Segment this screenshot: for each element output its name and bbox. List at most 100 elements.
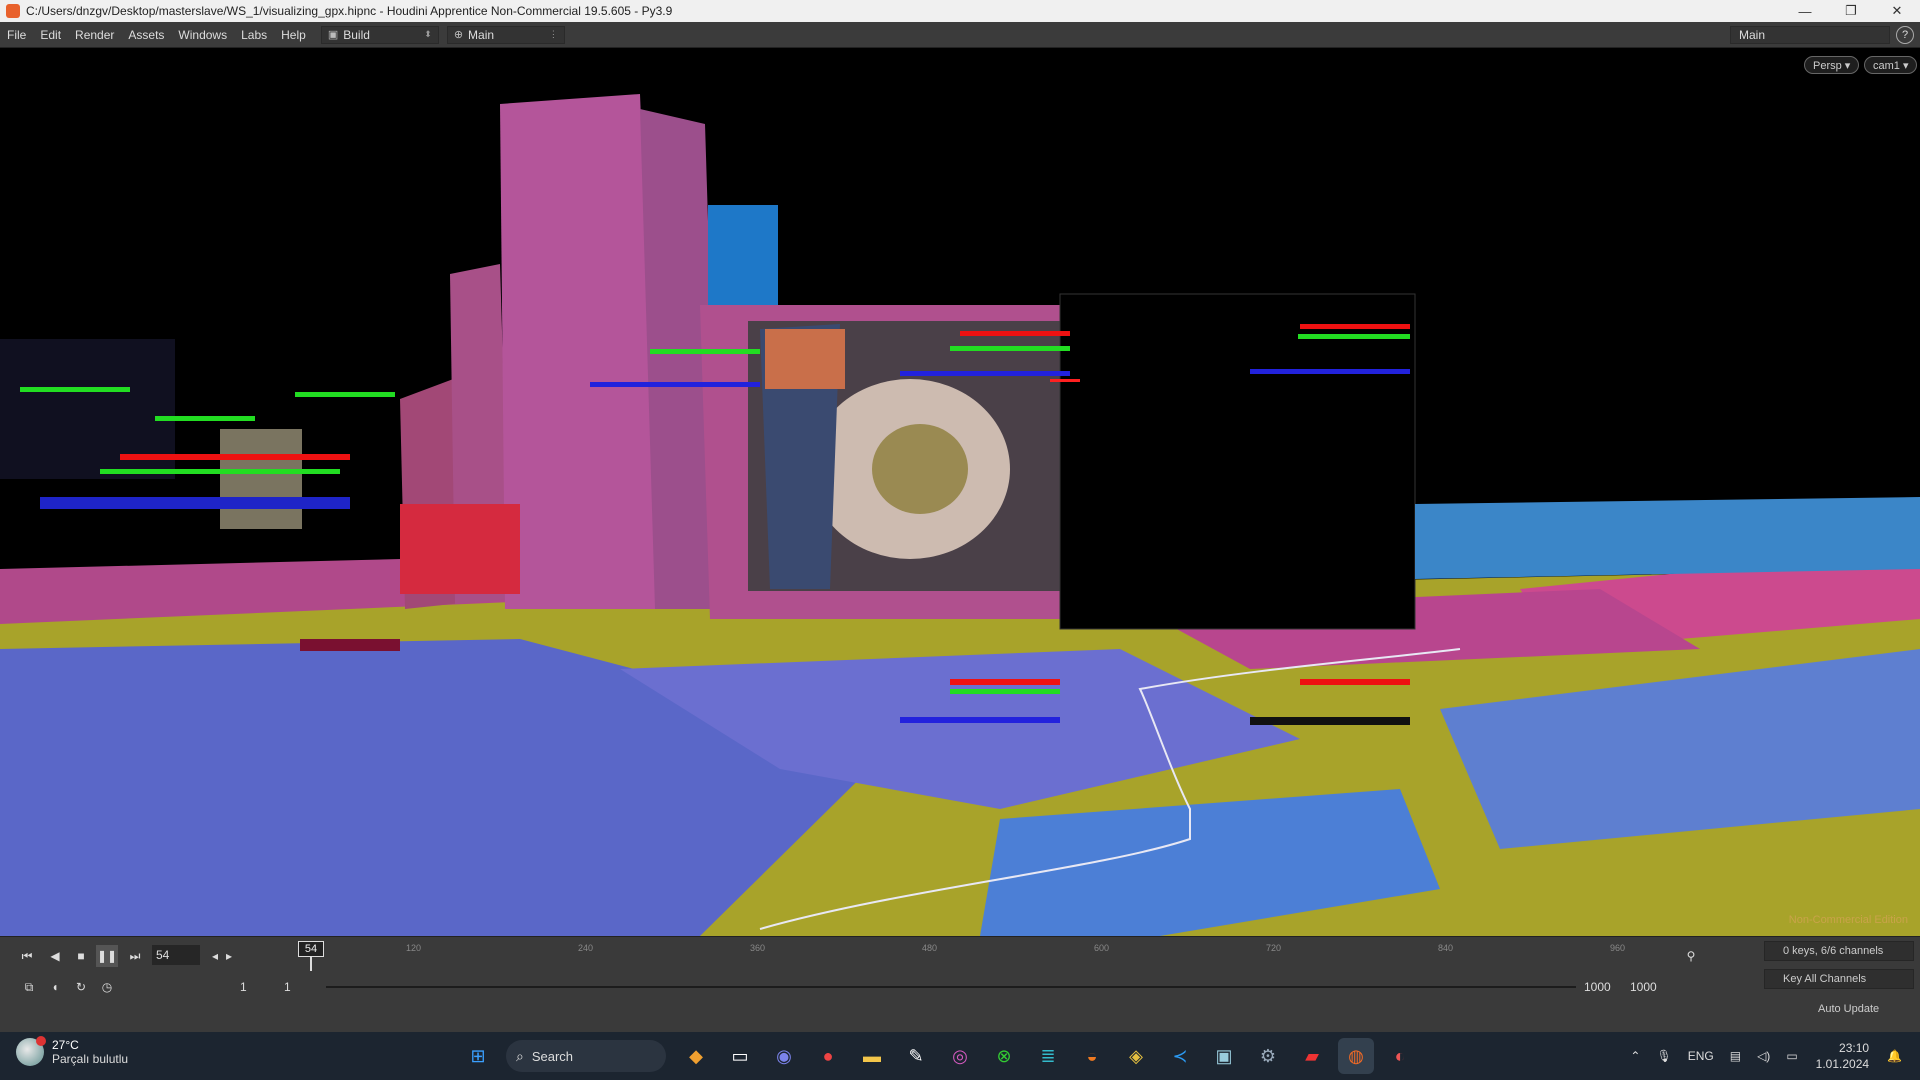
realtime-toggle-icon[interactable]: ⧉	[18, 976, 40, 998]
audio-icon[interactable]: ◖	[44, 976, 66, 998]
loop-icon[interactable]: ↻	[70, 976, 92, 998]
menu-file[interactable]: File	[0, 28, 33, 42]
clock-icon[interactable]: ◷	[96, 976, 118, 998]
global-end-field[interactable]: 1000	[1630, 977, 1670, 997]
auto-update-select[interactable]: Auto Update	[1806, 999, 1914, 1019]
windows-taskbar: 27°C Parçalı bulutlu ⊞ ⌕ Search ◆ ▭ ◉ ● …	[0, 1032, 1920, 1080]
desktop-build-label: Build	[343, 27, 370, 42]
pause-icon[interactable]: ❚❚	[96, 945, 118, 967]
viewport-render	[0, 94, 1920, 936]
chevron-up-icon[interactable]: ⌃	[1630, 1049, 1640, 1063]
network-icon[interactable]: ▤	[1730, 1049, 1741, 1063]
ruler-label: 720	[1266, 943, 1282, 953]
search-placeholder: Search	[531, 1048, 574, 1064]
menu-help[interactable]: Help	[274, 28, 313, 42]
maximize-button[interactable]: ❐	[1828, 0, 1874, 22]
acrobat-icon[interactable]: ▰	[1294, 1038, 1330, 1074]
maps-icon[interactable]: ◐	[1382, 1038, 1418, 1074]
clock-time: 23:10	[1839, 1041, 1870, 1055]
desktop-build-select[interactable]: ▣ Build ⬍	[320, 25, 439, 44]
weather-widget[interactable]: 27°C Parçalı bulutlu	[16, 1036, 129, 1066]
widgets-icon[interactable]: ◆	[678, 1038, 714, 1074]
menu-render[interactable]: Render	[68, 28, 121, 42]
ruler-label: 120	[406, 943, 422, 953]
edition-watermark: Non-Commercial Edition	[1788, 914, 1908, 926]
menu-labs[interactable]: Labs	[234, 28, 274, 42]
main-menubar: File Edit Render Assets Windows Labs Hel…	[0, 22, 1920, 48]
chevron-down-icon: ⬍	[424, 29, 432, 39]
scene-viewport[interactable]: Persp ▾ cam1 ▾ Non-Commercial Edition	[0, 49, 1920, 936]
houdini-app-icon	[6, 4, 20, 18]
battery-icon[interactable]: ▭	[1786, 1049, 1797, 1063]
volume-icon[interactable]: ◁)	[1757, 1049, 1770, 1063]
remote-desktop-icon[interactable]: ▣	[1206, 1038, 1242, 1074]
range-slider[interactable]	[326, 986, 1576, 988]
ruler-label: 240	[578, 943, 594, 953]
ruler-label: 360	[750, 943, 766, 953]
close-button[interactable]: ✕	[1874, 0, 1920, 22]
desktop-main-select[interactable]: ⊕ Main ⋮	[446, 25, 565, 44]
blender-icon[interactable]: ◒	[1074, 1038, 1110, 1074]
xbox-icon[interactable]: ⊗	[986, 1038, 1022, 1074]
weather-temp: 27°C	[52, 1038, 79, 1052]
play-reverse-icon[interactable]: ◀	[44, 945, 66, 967]
menu-edit[interactable]: Edit	[33, 28, 68, 42]
ruler-label: 480	[922, 943, 938, 953]
jump-to-start-icon[interactable]: ⏮	[16, 945, 38, 967]
clock-date: 1.01.2024	[1815, 1057, 1870, 1071]
stop-icon[interactable]: ■	[70, 945, 92, 967]
teams-icon[interactable]: ◉	[766, 1038, 802, 1074]
notepad-icon[interactable]: ≣	[1030, 1038, 1066, 1074]
windows-start-icon[interactable]: ⊞	[460, 1038, 496, 1074]
minimize-button[interactable]: —	[1782, 0, 1828, 22]
vscode-icon[interactable]: ≺	[1162, 1038, 1198, 1074]
menu-assets[interactable]: Assets	[121, 28, 171, 42]
jump-to-end-icon[interactable]: ⏭	[124, 945, 146, 967]
keys-channels-field[interactable]: 0 keys, 6/6 channels	[1764, 941, 1914, 961]
main-shelf-select[interactable]: Main	[1730, 25, 1890, 44]
chrome-icon[interactable]: ●	[810, 1038, 846, 1074]
playback-start-field[interactable]: 1	[284, 977, 324, 997]
playhead[interactable]	[310, 957, 312, 971]
inkscape-icon[interactable]: ✎	[898, 1038, 934, 1074]
playback-end-field[interactable]: 1000	[1584, 977, 1624, 997]
weather-desc: Parçalı bulutlu	[52, 1052, 129, 1066]
camera-view-button[interactable]: cam1 ▾	[1864, 56, 1918, 74]
file-explorer-icon[interactable]: ▬	[854, 1038, 890, 1074]
timeline-ruler[interactable]: 120 240 360 480 600 720 840 960 54	[236, 941, 1666, 971]
notification-icon[interactable]: 🔔	[1887, 1049, 1902, 1063]
task-view-icon[interactable]: ▭	[722, 1038, 758, 1074]
keyframe-panel: 0 keys, 6/6 channels Key All Channels Au…	[1736, 941, 1920, 1029]
desktop-main-label: Main	[468, 27, 495, 42]
taskbar-search[interactable]: ⌕ Search	[506, 1040, 666, 1072]
persp-view-button[interactable]: Persp ▾	[1804, 56, 1860, 74]
settings-icon[interactable]: ⚙	[1250, 1038, 1286, 1074]
current-frame-field[interactable]: 54	[152, 945, 200, 965]
taskbar-apps: ⊞ ⌕ Search ◆ ▭ ◉ ● ▬ ✎ ◎ ⊗ ≣ ◒ ◈ ≺ ▣ ⚙ ▰…	[460, 1038, 1426, 1074]
ruler-label: 600	[1094, 943, 1110, 953]
clock[interactable]: 23:10 1.01.2024	[1816, 1040, 1869, 1072]
ruler-label: 840	[1438, 943, 1454, 953]
search-icon: ⌕	[516, 1047, 524, 1064]
instagram-icon[interactable]: ◎	[942, 1038, 978, 1074]
key-all-channels-select[interactable]: Key All Channels	[1764, 969, 1914, 989]
ruler-label: 960	[1610, 943, 1626, 953]
git-icon[interactable]: ◈	[1118, 1038, 1154, 1074]
window-title: C:/Users/dnzgv/Desktop/masterslave/WS_1/…	[26, 4, 673, 18]
window-titlebar: C:/Users/dnzgv/Desktop/masterslave/WS_1/…	[0, 0, 1920, 22]
menu-windows[interactable]: Windows	[171, 28, 234, 42]
system-tray: ⌃ 🎙 ENG ▤ ◁) ▭ 23:10 1.01.2024 🔔	[1622, 1038, 1910, 1074]
playhead-frame-marker[interactable]: 54	[298, 941, 324, 957]
global-start-field[interactable]: 1	[240, 977, 280, 997]
build-icon: ▣	[327, 29, 339, 41]
microphone-icon[interactable]: 🎙	[1656, 1049, 1671, 1063]
main-desk-icon: ⊕	[453, 29, 464, 41]
timeline-panel: ⏮ ◀ ■ ❚❚ ⏭ 54 ◂ ▸ 120 240 360 480 600 72…	[0, 936, 1920, 1033]
houdini-icon[interactable]: ◍	[1338, 1038, 1374, 1074]
chevron-down-icon: ⋮	[548, 29, 558, 39]
main-shelf-label: Main	[1739, 27, 1766, 42]
language-indicator[interactable]: ENG	[1688, 1049, 1714, 1063]
help-icon[interactable]: ?	[1896, 25, 1914, 44]
key-tool-icon[interactable]: ⚲	[1680, 945, 1702, 967]
weather-icon	[16, 1036, 46, 1066]
